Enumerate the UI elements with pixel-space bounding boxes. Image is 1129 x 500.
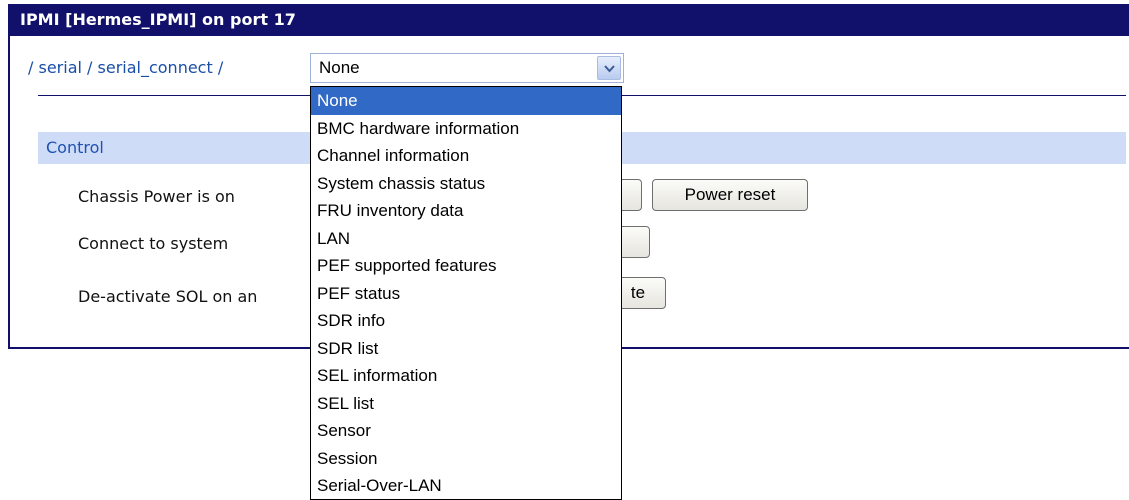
chassis-power-label: Chassis Power is on — [78, 187, 235, 206]
select-option-sel-information[interactable]: SEL information — [311, 362, 621, 390]
select-option-sdr-info[interactable]: SDR info — [311, 307, 621, 335]
select-option-fru-inventory-data[interactable]: FRU inventory data — [311, 197, 621, 225]
breadcrumb: / serial / serial_connect / — [28, 58, 223, 77]
select-option-sel-list[interactable]: SEL list — [311, 390, 621, 418]
connect-system-label: Connect to system — [78, 234, 229, 253]
chevron-down-icon[interactable] — [597, 56, 621, 80]
view-select-value: None — [319, 58, 360, 77]
select-option-serial-over-lan[interactable]: Serial-Over-LAN — [311, 472, 621, 499]
select-option-system-chassis-status[interactable]: System chassis status — [311, 170, 621, 198]
select-option-pef-supported-features[interactable]: PEF supported features — [311, 252, 621, 280]
view-select[interactable]: None — [310, 53, 624, 83]
breadcrumb-link-serial-connect[interactable]: serial_connect — [98, 58, 213, 77]
power-reset-button[interactable]: Power reset — [652, 179, 808, 211]
select-option-sensor[interactable]: Sensor — [311, 417, 621, 445]
select-option-lan[interactable]: LAN — [311, 225, 621, 253]
window-title: IPMI [Hermes_IPMI] on port 17 — [10, 4, 1129, 36]
deactivate-sol-label: De-activate SOL on an — [78, 287, 258, 306]
breadcrumb-separator: / — [87, 58, 93, 77]
select-option-session[interactable]: Session — [311, 445, 621, 473]
select-option-channel-information[interactable]: Channel information — [311, 142, 621, 170]
breadcrumb-separator: / — [217, 58, 224, 77]
view-select-options: None BMC hardware information Channel in… — [310, 86, 622, 500]
breadcrumb-separator: / — [28, 58, 34, 77]
select-option-pef-status[interactable]: PEF status — [311, 280, 621, 308]
select-option-bmc-hardware-information[interactable]: BMC hardware information — [311, 115, 621, 143]
breadcrumb-link-serial[interactable]: serial — [38, 58, 81, 77]
select-option-sdr-list[interactable]: SDR list — [311, 335, 621, 363]
select-option-none[interactable]: None — [311, 87, 621, 115]
